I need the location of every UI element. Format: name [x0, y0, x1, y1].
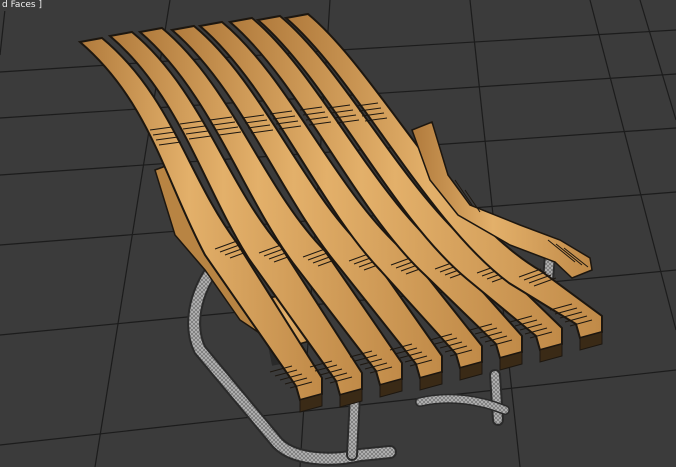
chair-slats[interactable]: [77, 12, 603, 413]
viewport-perspective[interactable]: d Faces ]: [0, 0, 676, 467]
viewport-shading-label[interactable]: d Faces ]: [0, 0, 44, 11]
viewport-canvas[interactable]: [0, 0, 676, 467]
